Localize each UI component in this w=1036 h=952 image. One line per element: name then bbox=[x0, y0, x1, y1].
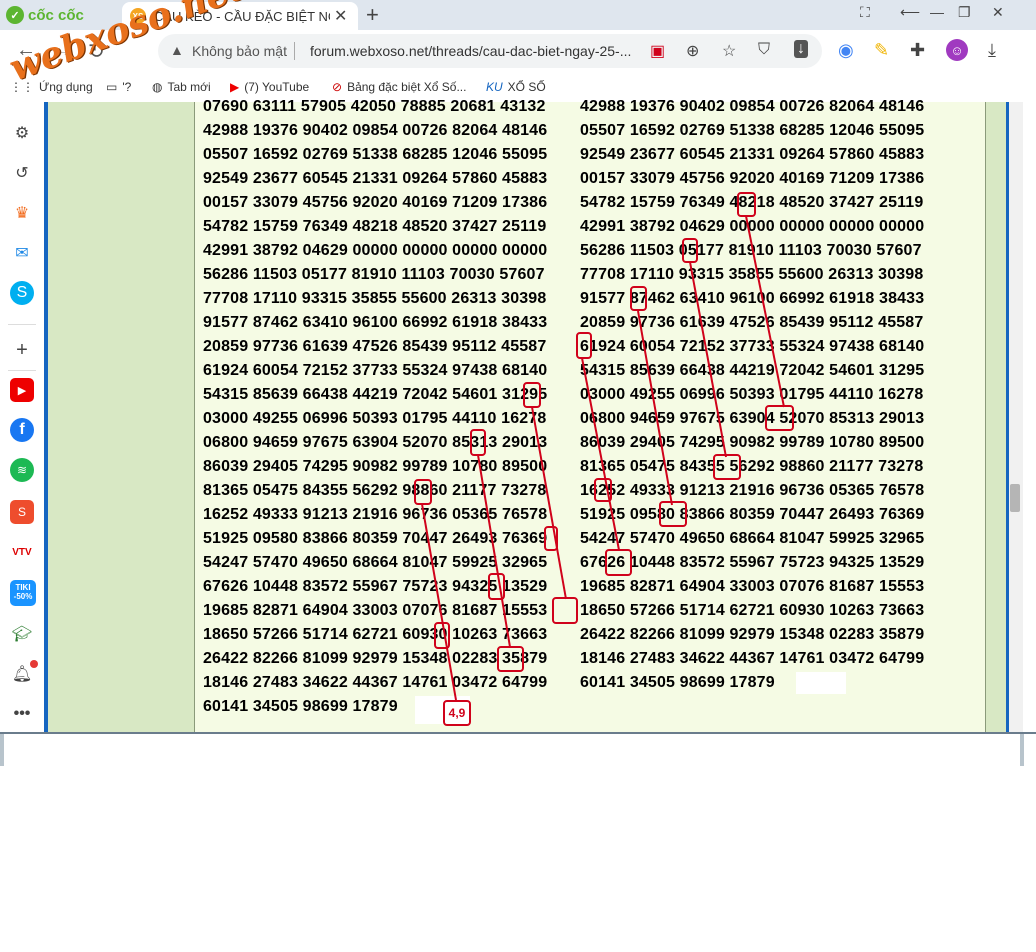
annotation-line bbox=[581, 357, 620, 551]
prediction-label: 4,9 bbox=[443, 700, 471, 726]
highlight-box bbox=[497, 646, 524, 672]
highlight-box bbox=[682, 238, 698, 263]
frame-stub bbox=[1020, 734, 1024, 766]
highlight-box bbox=[659, 501, 687, 527]
annotation-line bbox=[689, 261, 727, 458]
annotation-layer bbox=[414, 192, 794, 701]
highlight-box bbox=[552, 597, 578, 624]
page-bottom-border bbox=[0, 732, 1036, 734]
annotation-line bbox=[477, 454, 511, 648]
highlight-box bbox=[576, 332, 592, 359]
highlight-box bbox=[523, 382, 541, 408]
highlight-box bbox=[630, 286, 647, 311]
annotation-line bbox=[637, 310, 673, 506]
highlight-box bbox=[605, 549, 632, 576]
annotation-line bbox=[421, 503, 457, 701]
annotation-line bbox=[745, 215, 785, 408]
highlight-box bbox=[414, 479, 432, 505]
annotation-line bbox=[531, 406, 567, 600]
frame-stub bbox=[0, 734, 4, 766]
highlight-box bbox=[737, 192, 756, 217]
highlight-box bbox=[765, 405, 794, 431]
highlight-box bbox=[470, 429, 486, 456]
highlight-box bbox=[713, 454, 741, 480]
